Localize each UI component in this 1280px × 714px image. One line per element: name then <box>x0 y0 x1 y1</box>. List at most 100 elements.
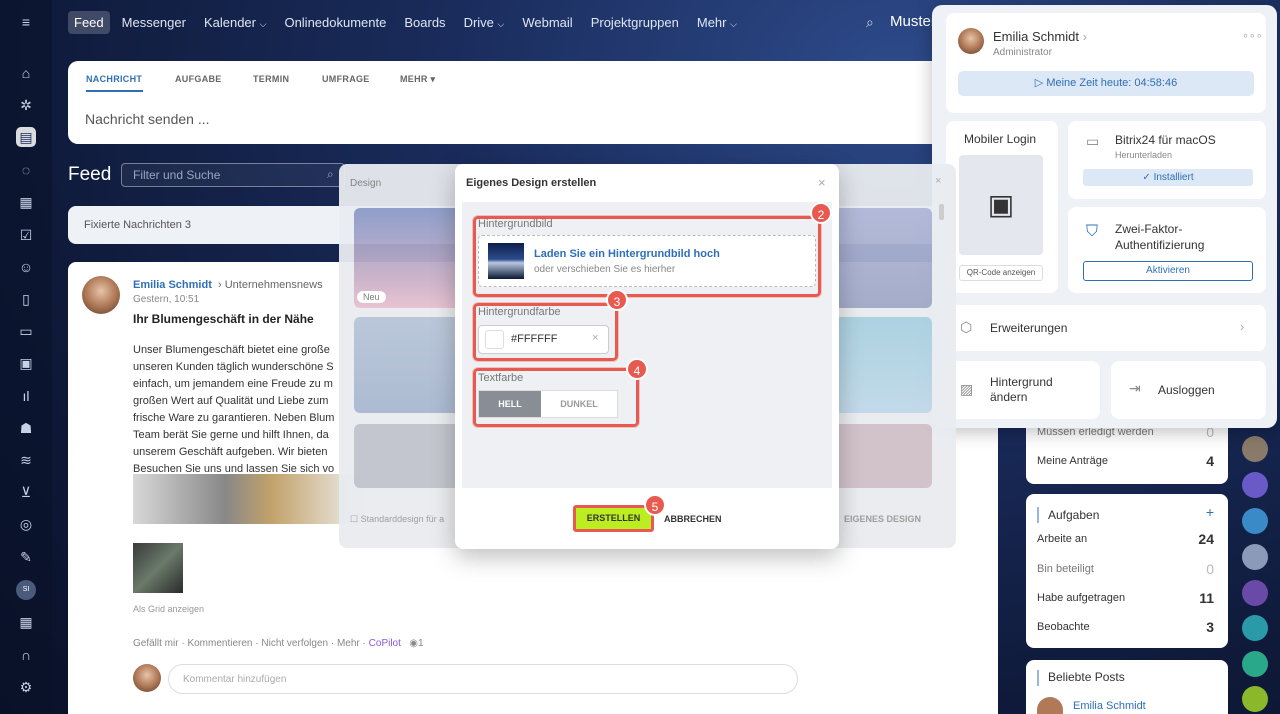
menu-icon[interactable]: ≡ <box>16 12 36 32</box>
cancel-button[interactable]: ABBRECHEN <box>664 514 722 524</box>
post-channel[interactable]: › Unternehmensnews <box>218 279 323 291</box>
widget-row-label[interactable]: Habe aufgetragen <box>1037 592 1125 604</box>
copilot-icon[interactable]: ✲ <box>16 95 36 115</box>
tab-nachricht[interactable]: NACHRICHT <box>86 74 142 84</box>
filter-icon[interactable]: ≋ <box>16 450 36 470</box>
widget-title[interactable]: Aufgaben <box>1048 508 1099 522</box>
design-tile[interactable] <box>354 317 464 413</box>
tab-termin[interactable]: TERMIN <box>253 74 289 84</box>
widget-row-label[interactable]: Beobachte <box>1037 621 1090 633</box>
avatar[interactable] <box>1242 436 1268 462</box>
headset-icon[interactable]: ∩ <box>16 645 36 665</box>
activate-twofa-button[interactable]: Aktivieren <box>1083 261 1253 281</box>
docs-icon[interactable]: ▯ <box>16 289 36 309</box>
search-icon[interactable]: ⌕ <box>866 14 874 31</box>
booking-icon[interactable]: ▦ <box>16 612 36 632</box>
default-design-checkbox[interactable]: ☐ Standarddesign für a <box>350 514 444 525</box>
change-background-item[interactable]: ▨ Hintergrund ändern <box>946 361 1100 419</box>
author-avatar[interactable] <box>82 276 120 314</box>
video-icon[interactable] <box>1242 508 1268 534</box>
design-tile[interactable] <box>835 317 932 413</box>
widget-title[interactable]: Beliebte Posts <box>1048 670 1125 684</box>
nav-projektgruppen[interactable]: Projektgruppen <box>585 11 685 34</box>
design-tile[interactable] <box>354 424 464 488</box>
users-icon[interactable]: ☺ <box>16 257 36 277</box>
tab-umfrage[interactable]: UMFRAGE <box>322 74 370 84</box>
worktime-button[interactable]: ▷ Meine Zeit heute: 04:58:46 <box>958 71 1254 96</box>
nav-onlinedokumente[interactable]: Onlinedokumente <box>278 11 392 34</box>
tab-aufgabe[interactable]: AUFGABE <box>175 74 222 84</box>
message-input[interactable]: Nachricht senden ... <box>85 111 210 127</box>
cart-icon[interactable]: ⊻ <box>16 482 36 502</box>
more-link[interactable]: Mehr <box>337 638 360 649</box>
copilot-link[interactable]: CoPilot <box>369 638 401 649</box>
grid-view-link[interactable]: Als Grid anzeigen <box>133 604 204 614</box>
target-icon[interactable]: ◎ <box>16 514 36 534</box>
comment-input[interactable]: Kommentar hinzufügen <box>168 664 798 694</box>
nav-feed[interactable]: Feed <box>68 10 110 34</box>
nav-messenger[interactable]: Messenger <box>116 11 192 34</box>
more-icon[interactable]: ∘∘∘ <box>1242 29 1263 42</box>
sign-icon[interactable]: ✎ <box>16 547 36 567</box>
robot-icon[interactable]: ☗ <box>16 418 36 438</box>
twofa-card: ⛉ Zwei-Faktor-Authentifizierung Aktivier… <box>1068 207 1266 293</box>
board-icon[interactable]: ▣ <box>16 353 36 373</box>
unfollow-link[interactable]: Nicht verfolgen <box>261 638 328 649</box>
avatar[interactable] <box>1242 651 1268 677</box>
tasks-icon[interactable]: ☑ <box>16 225 36 245</box>
home-icon[interactable]: ⌂ <box>16 63 36 83</box>
nav-mehr[interactable]: Mehr ⌵ <box>691 11 743 34</box>
widget-row-label[interactable]: Arbeite an <box>1037 533 1087 545</box>
avatar[interactable] <box>1242 580 1268 606</box>
tab-mehr[interactable]: MEHR ▾ <box>400 74 435 85</box>
profile-name[interactable]: Emilia Schmidt › <box>993 29 1087 44</box>
extensions-item[interactable]: ⬡ Erweiterungen › <box>946 305 1266 351</box>
lock-icon[interactable] <box>1242 544 1268 570</box>
design-tile[interactable] <box>835 424 932 488</box>
avatar[interactable]: SI <box>16 580 36 600</box>
like-link[interactable]: Gefällt mir <box>133 638 179 649</box>
chat-icon[interactable]: ◌ <box>16 160 36 180</box>
calendar-icon[interactable]: ▦ <box>16 192 36 212</box>
show-qr-button[interactable]: QR-Code anzeigen <box>959 265 1043 281</box>
step-badge: 2 <box>810 202 832 224</box>
filter-search-input[interactable]: Filter und Suche ⌕ <box>121 163 345 187</box>
background-label: Hintergrund ändern <box>990 375 1053 404</box>
close-icon[interactable]: × <box>818 175 826 190</box>
modal-title: Eigenes Design erstellen <box>466 177 597 189</box>
nav-kalender[interactable]: Kalender ⌵ <box>198 11 273 34</box>
qr-code-icon[interactable]: ▣ <box>959 155 1043 255</box>
cube-icon: ⬡ <box>960 319 973 335</box>
installed-badge: ✓ Installiert <box>1083 169 1253 186</box>
popular-author[interactable]: Emilia Schmidt <box>1073 700 1146 712</box>
post-author[interactable]: Emilia Schmidt <box>133 279 212 291</box>
profile-role: Administrator <box>993 47 1052 58</box>
own-design-button[interactable]: EIGENES DESIGN <box>844 514 921 524</box>
attachment-thumbnail[interactable] <box>133 543 183 593</box>
post-image[interactable] <box>133 474 363 524</box>
drive-icon[interactable]: ▭ <box>16 321 36 341</box>
post-line: frische Ware zu garantieren. Neben Blum <box>133 412 335 424</box>
app-download-link[interactable]: Herunterladen <box>1115 150 1172 160</box>
settings-icon[interactable]: ⚙ <box>16 677 36 697</box>
widget-row-label[interactable]: Meine Anträge <box>1037 455 1108 467</box>
close-icon[interactable]: × <box>935 175 941 187</box>
left-rail: ≡ ⌂ ✲ ▤ ◌ ▦ ☑ ☺ ▯ ▭ ▣ ıl ☗ ≋ ⊻ ◎ ✎ SI ▦ … <box>0 0 52 714</box>
add-task-icon[interactable]: + <box>1206 504 1214 520</box>
nav-boards[interactable]: Boards <box>398 11 451 34</box>
create-button[interactable]: ERSTELLEN <box>573 505 654 532</box>
design-tile[interactable] <box>835 208 932 308</box>
logout-item[interactable]: ⇥ Ausloggen <box>1111 361 1266 419</box>
nav-drive[interactable]: Drive ⌵ <box>458 11 511 34</box>
scrollbar[interactable] <box>939 204 944 220</box>
comment-link[interactable]: Kommentieren <box>187 638 252 649</box>
chart-icon[interactable]: ıl <box>16 386 36 406</box>
widget-row-label[interactable]: Bin beteiligt <box>1037 563 1094 575</box>
avatar[interactable] <box>1242 686 1268 712</box>
post-line: unseren Kunden täglich wunderschöne S <box>133 361 334 373</box>
avatar[interactable] <box>1242 615 1268 641</box>
app-icon[interactable] <box>1242 472 1268 498</box>
profile-avatar[interactable] <box>958 28 984 54</box>
feed-icon[interactable]: ▤ <box>16 127 36 147</box>
nav-webmail[interactable]: Webmail <box>516 11 578 34</box>
